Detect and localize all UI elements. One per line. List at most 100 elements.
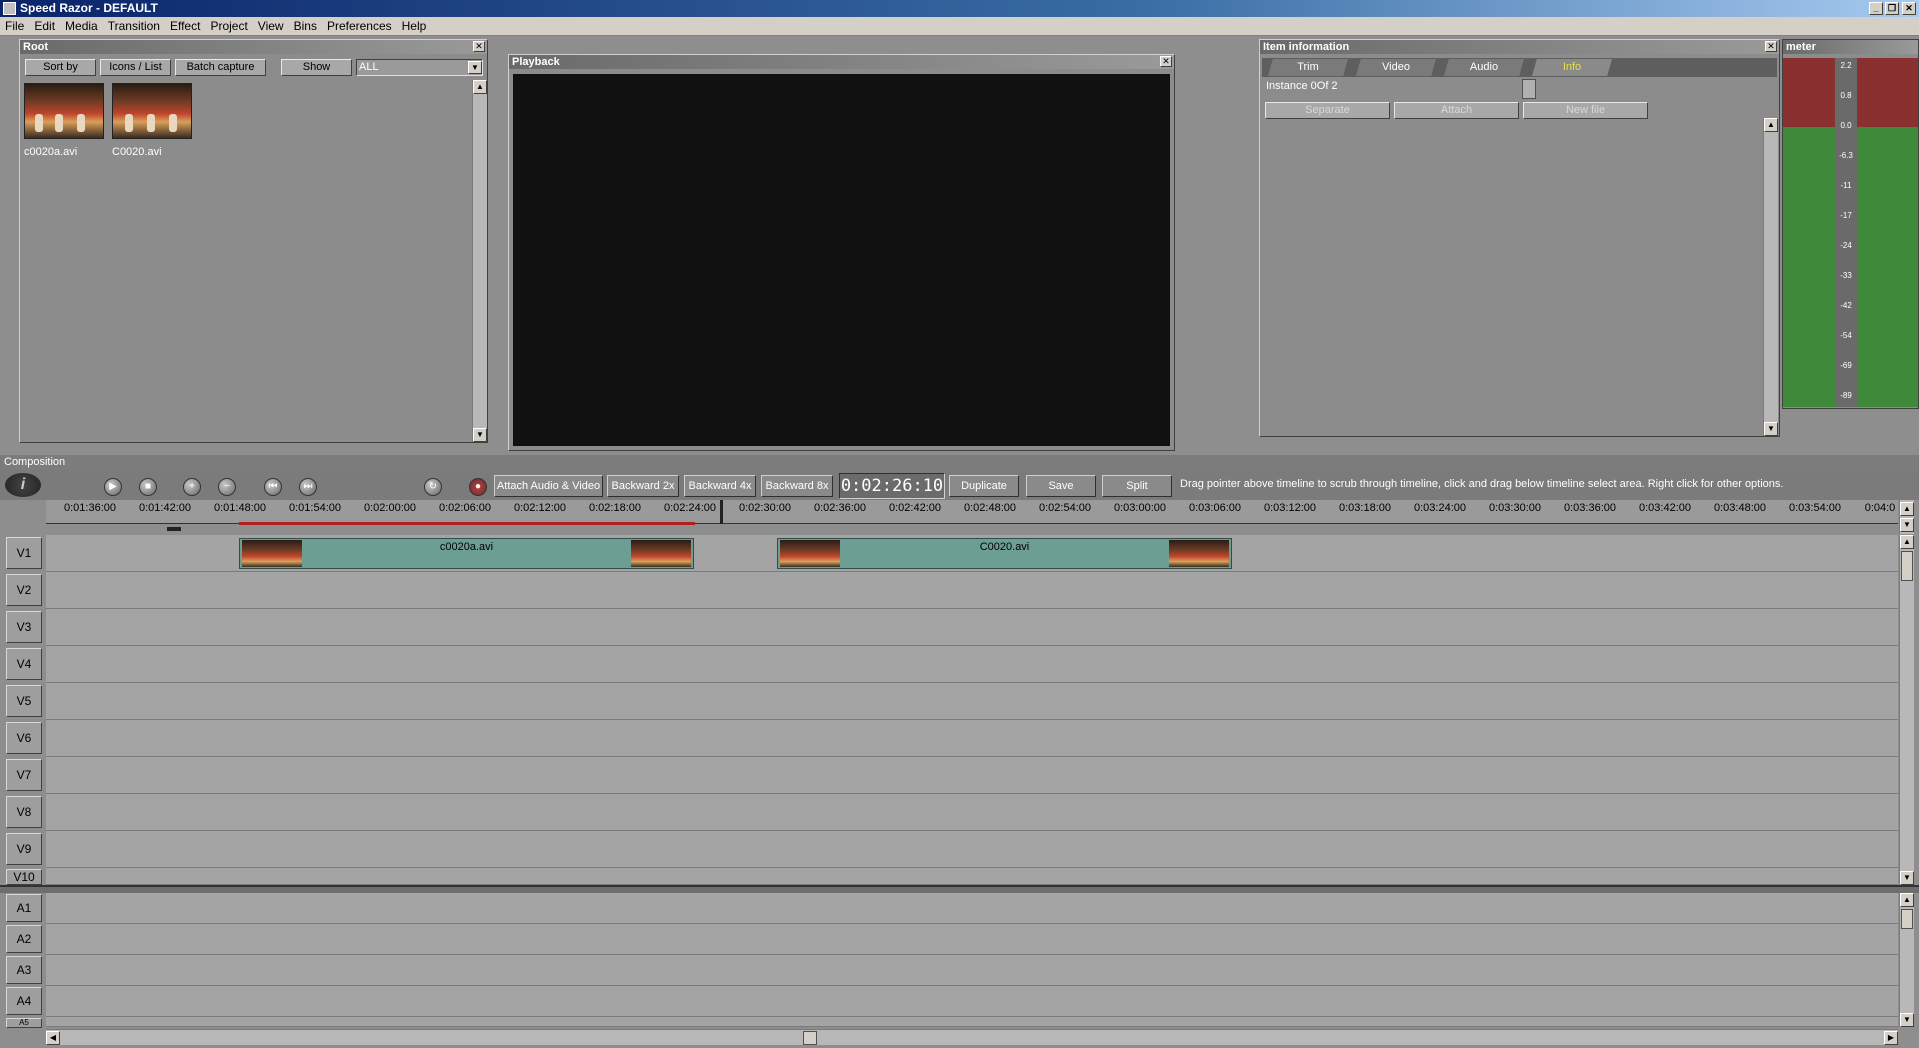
track-label[interactable]: V2: [6, 574, 42, 606]
menu-project[interactable]: Project: [205, 17, 252, 36]
backward-2x-button[interactable]: Backward 2x: [607, 475, 679, 497]
track-label[interactable]: A4: [6, 987, 42, 1015]
audio-tracks-scrollbar[interactable]: ▲ ▼: [1899, 893, 1914, 1027]
play-icon[interactable]: ▶: [104, 478, 122, 496]
track-label[interactable]: V3: [6, 611, 42, 643]
attach-button[interactable]: Attach: [1394, 102, 1519, 119]
minimize-icon[interactable]: _: [1869, 2, 1883, 15]
sort-by-button[interactable]: Sort by: [25, 59, 96, 76]
root-close-icon[interactable]: ✕: [473, 41, 485, 52]
new-file-button[interactable]: New file: [1523, 102, 1648, 119]
track-v8[interactable]: [46, 794, 1898, 831]
track-label[interactable]: A5: [6, 1018, 42, 1028]
scroll-up-icon[interactable]: ▲: [473, 80, 487, 94]
go-to-start-icon[interactable]: ⏮: [264, 478, 282, 496]
zoom-in-icon[interactable]: +: [183, 478, 201, 496]
track-label[interactable]: V8: [6, 796, 42, 828]
filter-select[interactable]: ALL ▼: [356, 59, 483, 76]
scroll-thumb[interactable]: [1901, 551, 1913, 581]
menu-effect[interactable]: Effect: [165, 17, 205, 36]
track-v4[interactable]: [46, 646, 1898, 683]
backward-8x-button[interactable]: Backward 8x: [761, 475, 833, 497]
chevron-down-icon[interactable]: ▼: [468, 61, 482, 74]
menu-file[interactable]: File: [0, 17, 29, 36]
track-v5[interactable]: [46, 683, 1898, 720]
go-to-end-icon[interactable]: ⏭: [299, 478, 317, 496]
separate-button[interactable]: Separate: [1265, 102, 1390, 119]
track-v10[interactable]: [46, 868, 1898, 885]
scroll-down-icon[interactable]: ▼: [1900, 1013, 1914, 1027]
tab-audio[interactable]: Audio: [1444, 59, 1524, 76]
selection-range[interactable]: [239, 522, 695, 525]
scroll-down-icon[interactable]: ▼: [1900, 871, 1914, 885]
scroll-down-icon[interactable]: ▼: [1900, 518, 1914, 532]
track-a2[interactable]: [46, 924, 1898, 955]
restore-icon[interactable]: ❐: [1885, 2, 1899, 15]
scroll-down-icon[interactable]: ▼: [473, 428, 487, 442]
bin-item-thumbnail[interactable]: [24, 83, 104, 139]
show-button[interactable]: Show: [281, 59, 352, 76]
track-divider[interactable]: [0, 885, 1919, 893]
track-v6[interactable]: [46, 720, 1898, 757]
track-label[interactable]: V6: [6, 722, 42, 754]
track-label[interactable]: V10: [6, 869, 42, 885]
save-button[interactable]: Save: [1026, 475, 1096, 497]
menu-edit[interactable]: Edit: [29, 17, 60, 36]
batch-capture-button[interactable]: Batch capture: [175, 59, 266, 76]
track-label[interactable]: A3: [6, 956, 42, 984]
menu-view[interactable]: View: [253, 17, 289, 36]
attach-audio-video-button[interactable]: Attach Audio & Video: [494, 475, 603, 497]
track-a3[interactable]: [46, 955, 1898, 986]
menu-media[interactable]: Media: [60, 17, 103, 36]
playback-close-icon[interactable]: ✕: [1160, 56, 1172, 67]
track-v3[interactable]: [46, 609, 1898, 646]
bin-item-label[interactable]: c0020a.avi: [24, 146, 77, 158]
timeline-hscrollbar[interactable]: ◀ ▶: [46, 1029, 1898, 1045]
menu-bins[interactable]: Bins: [289, 17, 322, 36]
tab-info[interactable]: Info: [1532, 59, 1612, 76]
bin-item-label[interactable]: C0020.avi: [112, 146, 162, 158]
menu-transition[interactable]: Transition: [103, 17, 165, 36]
timeline-clip[interactable]: C0020.avi: [777, 538, 1232, 569]
record-icon[interactable]: ●: [469, 478, 487, 496]
timeline-clip[interactable]: c0020a.avi: [239, 538, 694, 569]
scroll-left-icon[interactable]: ◀: [46, 1031, 60, 1045]
icons-list-button[interactable]: Icons / List: [100, 59, 171, 76]
track-label[interactable]: V9: [6, 833, 42, 865]
track-v9[interactable]: [46, 831, 1898, 868]
timeline-ruler[interactable]: 0:01:36:00 0:01:42:00 0:01:48:00 0:01:54…: [46, 500, 1898, 531]
video-tracks-scrollbar[interactable]: ▲ ▼: [1899, 535, 1914, 885]
track-a1[interactable]: [46, 893, 1898, 924]
scroll-up-icon[interactable]: ▲: [1900, 502, 1914, 516]
scroll-right-icon[interactable]: ▶: [1884, 1031, 1898, 1045]
menu-preferences[interactable]: Preferences: [322, 17, 397, 36]
track-label[interactable]: V4: [6, 648, 42, 680]
tab-video[interactable]: Video: [1356, 59, 1436, 76]
track-label[interactable]: A1: [6, 894, 42, 922]
scroll-up-icon[interactable]: ▲: [1900, 893, 1914, 907]
duplicate-button[interactable]: Duplicate: [949, 475, 1019, 497]
scroll-down-icon[interactable]: ▼: [1764, 422, 1778, 436]
loop-icon[interactable]: ↻: [424, 478, 442, 496]
scroll-thumb[interactable]: [803, 1031, 817, 1045]
track-label[interactable]: A2: [6, 925, 42, 953]
scroll-up-icon[interactable]: ▲: [1900, 535, 1914, 549]
ruler-scrollbar[interactable]: ▲ ▼: [1899, 500, 1914, 534]
playhead[interactable]: [720, 500, 723, 524]
tab-trim[interactable]: Trim: [1268, 59, 1348, 76]
root-scrollbar[interactable]: ▲ ▼: [472, 80, 487, 442]
video-viewer[interactable]: [513, 74, 1170, 446]
close-icon[interactable]: ✕: [1902, 2, 1916, 15]
track-v2[interactable]: [46, 572, 1898, 609]
scroll-thumb[interactable]: [1901, 909, 1913, 929]
item-info-scrollbar[interactable]: ▲ ▼: [1763, 118, 1778, 436]
track-label[interactable]: V7: [6, 759, 42, 791]
track-a5[interactable]: [46, 1017, 1898, 1027]
stop-icon[interactable]: ■: [139, 478, 157, 496]
track-label[interactable]: V5: [6, 685, 42, 717]
scroll-up-icon[interactable]: ▲: [1764, 118, 1778, 132]
menu-help[interactable]: Help: [397, 17, 432, 36]
backward-4x-button[interactable]: Backward 4x: [684, 475, 756, 497]
split-button[interactable]: Split: [1102, 475, 1172, 497]
track-a4[interactable]: [46, 986, 1898, 1017]
